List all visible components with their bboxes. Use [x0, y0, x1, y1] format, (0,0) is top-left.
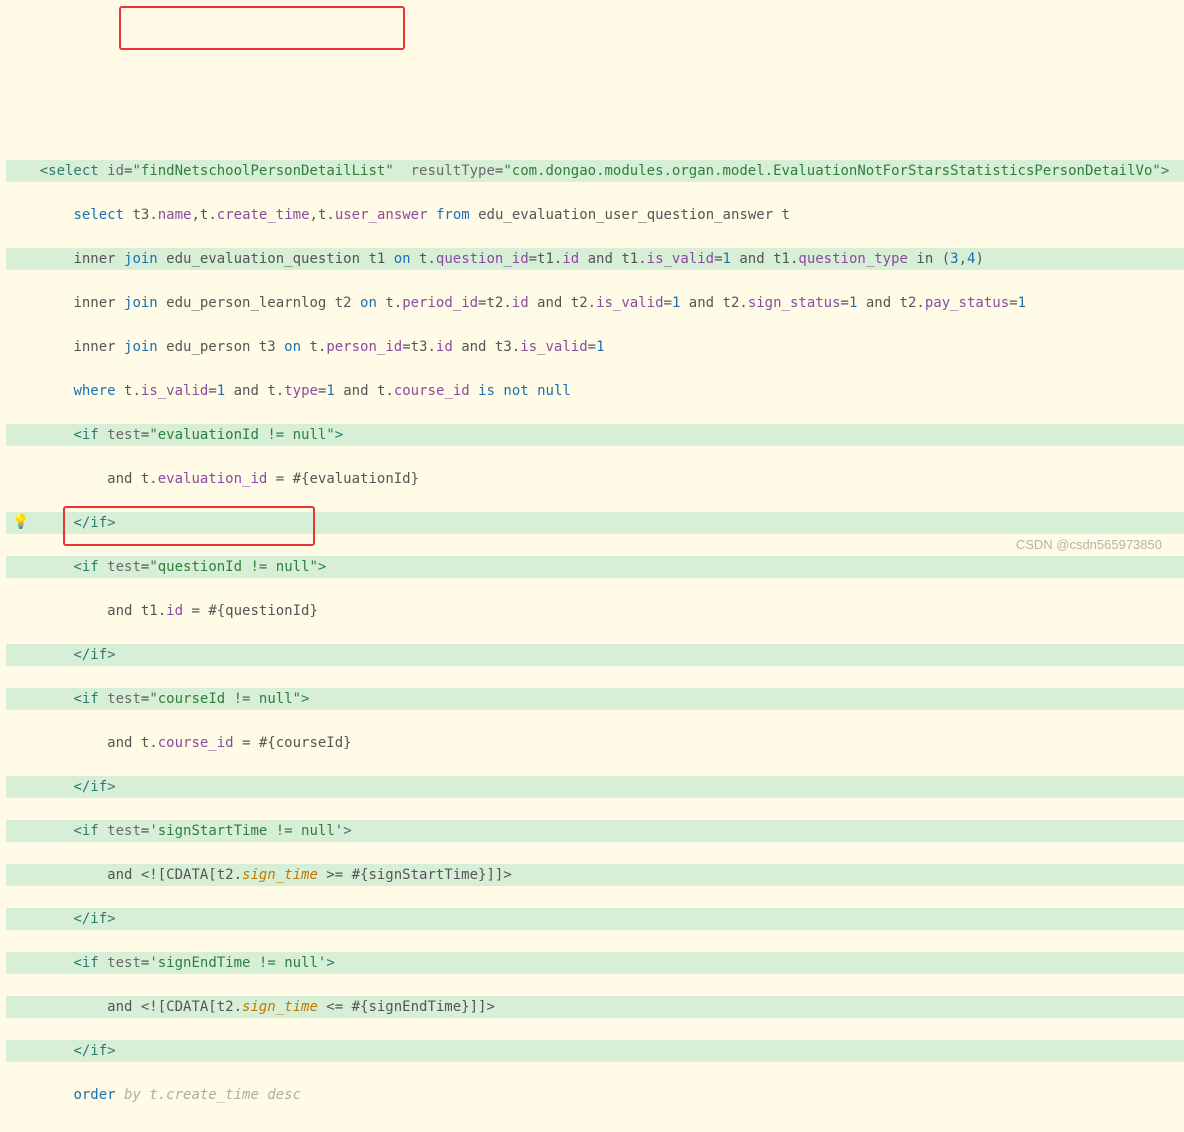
highlight-box-columns — [119, 6, 405, 50]
select-tag-open: <select — [40, 163, 99, 179]
watermark: CSDN @csdn565973850 — [1016, 534, 1162, 556]
intention-bulb-icon[interactable]: 💡 — [12, 511, 26, 525]
code-editor[interactable]: <select id="findNetschoolPersonDetailLis… — [0, 132, 1184, 1132]
select-tag-close: </select> — [40, 1131, 116, 1132]
